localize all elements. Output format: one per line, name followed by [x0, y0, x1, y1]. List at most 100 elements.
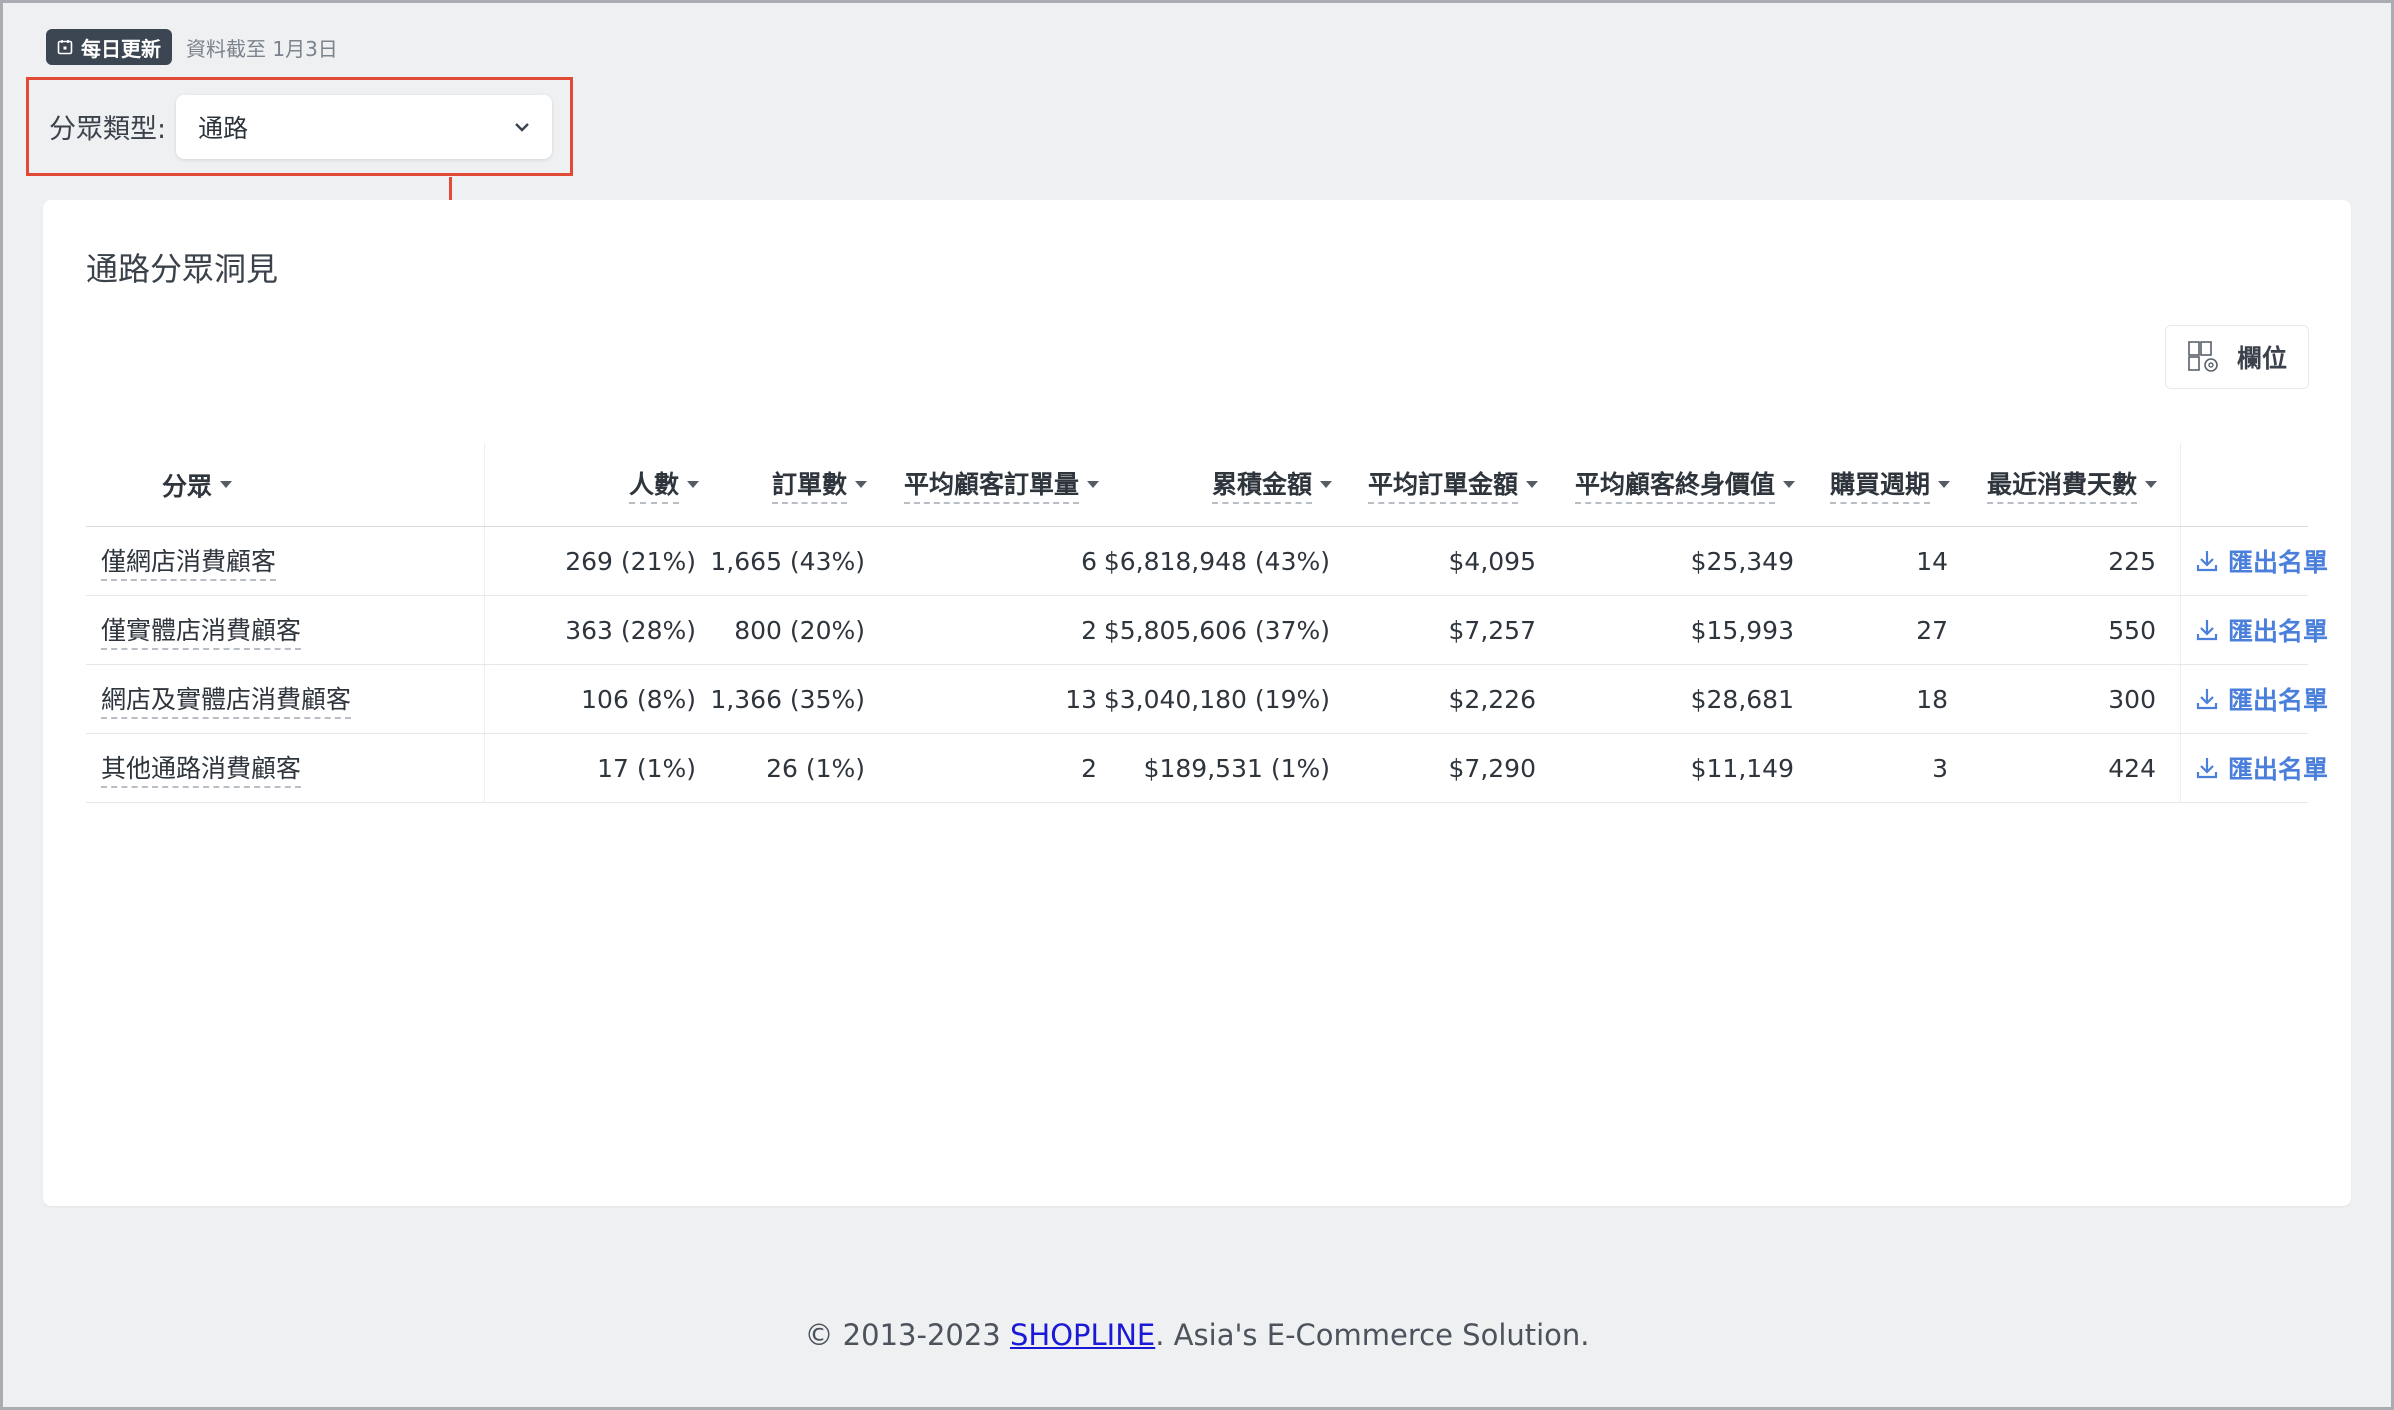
sort-caret-icon: [1783, 481, 1795, 488]
avg-orders-cell: 2: [1081, 615, 1097, 645]
orders-cell: 1,665 (43%): [710, 546, 865, 576]
segment-type-filter: 分眾類型: 通路: [26, 77, 573, 176]
segment-insight-card: 通路分眾洞見 欄位 分眾 人數 訂單數 平均顧客訂單量 累積金額 平均訂單金額 …: [43, 200, 2351, 1206]
shopline-link[interactable]: SHOPLINE: [1010, 1318, 1155, 1352]
sort-caret-icon: [687, 481, 699, 488]
segment-table: 分眾 人數 訂單數 平均顧客訂單量 累積金額 平均訂單金額 平均顧客終身價值 購…: [86, 443, 2328, 803]
sticky-column-divider: [484, 665, 485, 733]
total-amount-cell: $6,818,948 (43%): [1103, 546, 1330, 576]
download-icon: [2196, 618, 2218, 642]
avg-ltv-cell: $25,349: [1690, 546, 1794, 576]
avg-orders-cell: 2: [1081, 753, 1097, 783]
recent-days-cell: 424: [2108, 753, 2156, 783]
col-header-purchase-cycle[interactable]: 購買週期: [1795, 443, 1950, 526]
col-header-segment[interactable]: 分眾: [162, 443, 233, 526]
segment-type-select[interactable]: 通路: [176, 94, 553, 159]
update-info: 每日更新 資料截至 1月3日: [46, 29, 338, 65]
orders-cell: 800 (20%): [734, 615, 865, 645]
table-row: 網店及實體店消費顧客 106 (8%) 1,366 (35%) 13 $3,04…: [86, 665, 2328, 734]
columns-button[interactable]: 欄位: [2165, 325, 2309, 389]
col-header-avg-order-amount[interactable]: 平均訂單金額: [1332, 443, 1538, 526]
sticky-column-divider: [484, 443, 485, 526]
export-list-label: 匯出名單: [2228, 548, 2329, 577]
table-row: 僅網店消費顧客 269 (21%) 1,665 (43%) 6 $6,818,9…: [86, 527, 2328, 596]
export-list-label: 匯出名單: [2228, 617, 2329, 646]
download-icon: [2196, 687, 2218, 711]
data-as-of-note: 資料截至 1月3日: [186, 36, 338, 61]
sort-caret-icon: [220, 481, 233, 488]
total-amount-cell: $189,531 (1%): [1143, 753, 1330, 783]
recent-days-cell: 550: [2108, 615, 2156, 645]
export-list-button[interactable]: 匯出名單: [2196, 527, 2328, 595]
col-header-recent-days[interactable]: 最近消費天數: [1950, 443, 2157, 526]
calendar-icon: [57, 39, 73, 55]
col-header-people[interactable]: 人數: [486, 443, 699, 526]
segment-cell[interactable]: 其他通路消費顧客: [101, 734, 302, 802]
sticky-column-divider: [484, 734, 485, 802]
sort-caret-icon: [1087, 481, 1099, 488]
sort-caret-icon: [2145, 481, 2157, 488]
table-header-row: 分眾 人數 訂單數 平均顧客訂單量 累積金額 平均訂單金額 平均顧客終身價值 購…: [86, 443, 2308, 527]
sticky-column-divider: [484, 527, 485, 595]
avg-ltv-cell: $28,681: [1690, 684, 1794, 714]
purchase-cycle-cell: 18: [1916, 684, 1948, 714]
orders-cell: 1,366 (35%): [710, 684, 865, 714]
footer-tagline: . Asia's E-Commerce Solution.: [1155, 1318, 1590, 1352]
sticky-column-divider: [2180, 527, 2181, 595]
footer: © 2013-2023 SHOPLINE. Asia's E-Commerce …: [0, 1318, 2394, 1352]
people-cell: 363 (28%): [565, 615, 696, 645]
col-header-orders[interactable]: 訂單數: [699, 443, 867, 526]
recent-days-cell: 300: [2108, 684, 2156, 714]
avg-order-amount-cell: $2,226: [1448, 684, 1536, 714]
sticky-column-divider: [2180, 443, 2181, 526]
card-title: 通路分眾洞見: [86, 250, 279, 288]
daily-update-badge: 每日更新: [46, 29, 172, 65]
sort-caret-icon: [1526, 481, 1538, 488]
col-header-total-amount[interactable]: 累積金額: [1099, 443, 1332, 526]
segment-type-value: 通路: [198, 113, 249, 143]
col-header-avg-orders[interactable]: 平均顧客訂單量: [867, 443, 1099, 526]
table-row: 僅實體店消費顧客 363 (28%) 800 (20%) 2 $5,805,60…: [86, 596, 2328, 665]
export-list-label: 匯出名單: [2228, 686, 2329, 715]
sort-caret-icon: [1320, 481, 1332, 488]
avg-ltv-cell: $15,993: [1690, 615, 1794, 645]
sort-caret-icon: [855, 481, 867, 488]
people-cell: 269 (21%): [565, 546, 696, 576]
segment-type-label: 分眾類型:: [49, 114, 167, 145]
purchase-cycle-cell: 27: [1916, 615, 1948, 645]
download-icon: [2196, 549, 2218, 573]
segment-cell[interactable]: 僅網店消費顧客: [101, 527, 277, 595]
columns-button-label: 欄位: [2236, 344, 2287, 373]
sticky-column-divider: [2180, 596, 2181, 664]
export-list-button[interactable]: 匯出名單: [2196, 734, 2328, 802]
purchase-cycle-cell: 14: [1916, 546, 1948, 576]
people-cell: 106 (8%): [581, 684, 696, 714]
column-settings-icon: [2187, 340, 2221, 374]
sort-caret-icon: [1938, 481, 1950, 488]
sticky-column-divider: [2180, 734, 2181, 802]
col-header-avg-ltv[interactable]: 平均顧客終身價值: [1538, 443, 1795, 526]
segment-cell[interactable]: 網店及實體店消費顧客: [101, 665, 352, 733]
export-list-button[interactable]: 匯出名單: [2196, 665, 2328, 733]
people-cell: 17 (1%): [597, 753, 696, 783]
avg-order-amount-cell: $7,257: [1448, 615, 1536, 645]
orders-cell: 26 (1%): [766, 753, 865, 783]
export-list-label: 匯出名單: [2228, 755, 2329, 784]
sticky-column-divider: [2180, 665, 2181, 733]
avg-ltv-cell: $11,149: [1690, 753, 1794, 783]
avg-orders-cell: 6: [1081, 546, 1097, 576]
recent-days-cell: 225: [2108, 546, 2156, 576]
sticky-column-divider: [484, 596, 485, 664]
footer-copyright: © 2013-2023: [804, 1318, 1010, 1352]
export-list-button[interactable]: 匯出名單: [2196, 596, 2328, 664]
daily-update-label: 每日更新: [81, 36, 161, 61]
total-amount-cell: $3,040,180 (19%): [1103, 684, 1330, 714]
segment-cell[interactable]: 僅實體店消費顧客: [101, 596, 302, 664]
avg-orders-cell: 13: [1065, 684, 1097, 714]
avg-order-amount-cell: $4,095: [1448, 546, 1536, 576]
total-amount-cell: $5,805,606 (37%): [1103, 615, 1330, 645]
table-row: 其他通路消費顧客 17 (1%) 26 (1%) 2 $189,531 (1%)…: [86, 734, 2328, 803]
avg-order-amount-cell: $7,290: [1448, 753, 1536, 783]
chevron-down-icon: [514, 122, 530, 132]
download-icon: [2196, 756, 2218, 780]
